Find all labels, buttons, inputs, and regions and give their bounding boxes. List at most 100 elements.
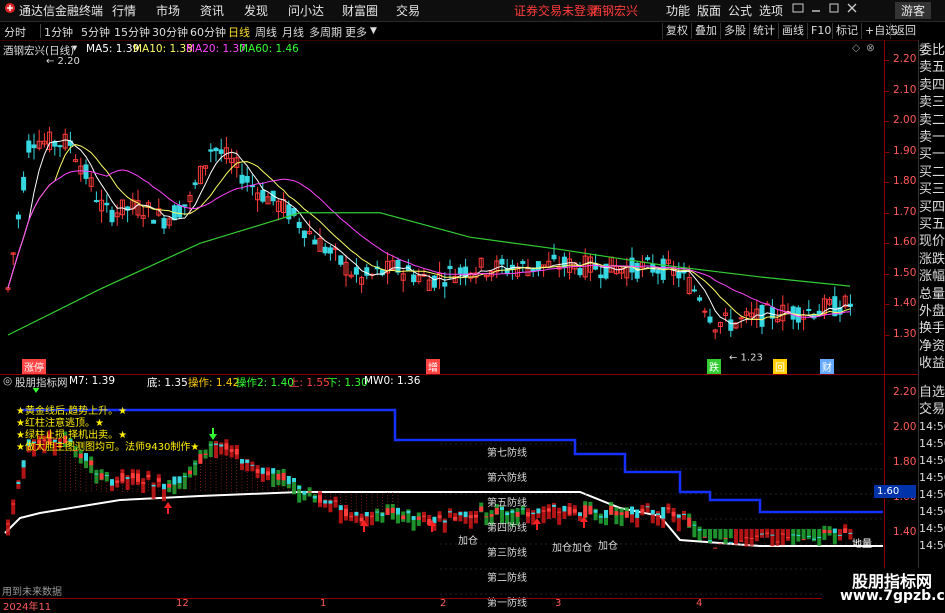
overlay-button[interactable]: 叠加 xyxy=(691,23,720,39)
period-15min[interactable]: 15分钟 xyxy=(114,24,150,40)
menu-wenxiaoda[interactable]: 问小达 xyxy=(288,2,324,19)
event-badge[interactable]: 跌 xyxy=(707,359,721,374)
indicator-candle xyxy=(380,513,385,516)
period-5min[interactable]: 5分钟 xyxy=(81,24,110,40)
indicator-candle xyxy=(614,511,619,516)
indicator-candle xyxy=(572,509,577,513)
period-1min[interactable]: 1分钟 xyxy=(44,24,73,40)
indicator-candle xyxy=(370,515,374,517)
menu-xuanxiang[interactable]: 选项 xyxy=(759,2,783,19)
multi-stock-button[interactable]: 多股 xyxy=(720,23,749,39)
indicator-candle xyxy=(650,509,655,515)
sub-chart-gear-icon[interactable]: ◎ xyxy=(3,375,12,387)
minimize-icon[interactable] xyxy=(810,2,822,17)
indicator-candle xyxy=(406,510,411,514)
candle-body xyxy=(447,265,453,270)
event-badge[interactable]: 增 xyxy=(426,359,440,374)
candle-body xyxy=(322,246,328,254)
indicator-candle xyxy=(656,513,660,516)
menu-banmian[interactable]: 版面 xyxy=(697,2,721,19)
help-icon[interactable] xyxy=(792,2,804,17)
price-tick: 1.60 xyxy=(893,236,917,249)
ribbon-bar xyxy=(614,507,619,525)
period-toolbar: 分时 1分钟 5分钟 15分钟 30分钟 60分钟 日线 周线 月线 多周期 更… xyxy=(0,22,945,41)
indicator-candle xyxy=(760,533,764,535)
candle-body xyxy=(702,310,708,313)
price-tick: 1.90 xyxy=(893,144,917,157)
menu-jiaoyi[interactable]: 交易 xyxy=(396,2,420,19)
candle-body xyxy=(57,145,63,148)
period-more[interactable]: 更多 xyxy=(345,24,367,40)
indicator-tick: 2.00 xyxy=(893,421,917,433)
menu-shichang[interactable]: 市场 xyxy=(156,2,180,19)
back-button[interactable]: 返回 xyxy=(890,23,919,39)
guest-button[interactable]: 游客 xyxy=(895,2,932,19)
chevron-down-icon[interactable]: ▼ xyxy=(370,26,377,36)
indicator-candle xyxy=(843,528,848,533)
indicator-candle xyxy=(437,515,442,519)
candle-body xyxy=(691,289,697,292)
period-multi[interactable]: 多周期 xyxy=(309,24,342,40)
candle-body xyxy=(598,274,604,279)
f10-button[interactable]: F10 xyxy=(807,23,834,39)
menu-zixun[interactable]: 资讯 xyxy=(200,2,224,19)
period-day[interactable]: 日线 xyxy=(228,24,250,40)
ribbon-bar xyxy=(468,511,473,529)
candle-body xyxy=(161,218,167,229)
candle-body xyxy=(353,267,359,275)
indicator-candle xyxy=(645,506,650,508)
ribbon-bar xyxy=(645,503,650,513)
event-badge[interactable]: 涨停 xyxy=(22,359,46,374)
indicator-candle xyxy=(193,463,198,465)
period-60min[interactable]: 60分钟 xyxy=(190,24,226,40)
indicator-candle xyxy=(494,508,499,515)
price-tick: 2.10 xyxy=(893,83,917,96)
period-week[interactable]: 周线 xyxy=(255,24,277,40)
candlestick-chart[interactable]: ← 2.20← 1.23 xyxy=(0,40,883,375)
period-month[interactable]: 月线 xyxy=(282,24,304,40)
draw-button[interactable]: 画线 xyxy=(778,23,807,39)
menu-caifuquan[interactable]: 财富圈 xyxy=(342,2,378,19)
buy-arrow-icon xyxy=(164,502,172,514)
menu-faxian[interactable]: 发现 xyxy=(244,2,268,19)
candle-body xyxy=(676,271,682,279)
candle-body xyxy=(182,204,188,207)
close-icon[interactable] xyxy=(846,2,858,17)
ribbon-bar xyxy=(786,529,790,541)
menu-gongshi[interactable]: 公式 xyxy=(728,2,752,19)
indicator-candle xyxy=(739,540,744,542)
stats-button[interactable]: 统计 xyxy=(749,23,778,39)
period-30min[interactable]: 30分钟 xyxy=(152,24,188,40)
mark-button[interactable]: 标记 xyxy=(832,23,861,39)
indicator-candle xyxy=(780,533,785,535)
menu-hangqing[interactable]: 行情 xyxy=(112,2,136,19)
candle-body xyxy=(655,269,661,274)
indicator-candle xyxy=(598,516,603,518)
indicator-candle xyxy=(619,512,624,516)
candle-body xyxy=(790,306,796,320)
period-fenshi[interactable]: 分时 xyxy=(4,24,26,40)
candle-body xyxy=(31,144,37,149)
ribbon-bar xyxy=(312,494,317,503)
trade-login-warning[interactable]: 证券交易未登录 xyxy=(514,2,598,19)
menu-gongneng[interactable]: 功能 xyxy=(666,2,690,19)
ribbon-bar xyxy=(718,529,723,540)
side-tab[interactable]: 交易 xyxy=(919,401,945,418)
quote-field-label: 外盘 xyxy=(919,304,945,319)
indicator-candle xyxy=(593,509,598,513)
side-tab[interactable]: 自选 xyxy=(919,384,945,401)
event-badge[interactable]: 回 xyxy=(773,359,787,374)
event-badge[interactable]: 财 xyxy=(820,359,834,374)
candle-body xyxy=(301,230,307,239)
tick-time: 14:56 xyxy=(919,454,945,467)
indicator-candle xyxy=(151,484,156,487)
ribbon-bar xyxy=(734,529,738,545)
quote-field-label: 卖二 xyxy=(919,112,945,128)
indicator-candle xyxy=(474,514,478,518)
maximize-icon[interactable] xyxy=(828,2,840,17)
watermark-box: 股朋指标网 www.7gpzb.com xyxy=(822,568,945,609)
quote-field-label: 涨幅 xyxy=(919,269,945,285)
ribbon-bar xyxy=(16,479,21,489)
fuquan-button[interactable]: 复权 xyxy=(662,23,691,39)
defense-line-6: 第六防线 xyxy=(487,473,527,484)
